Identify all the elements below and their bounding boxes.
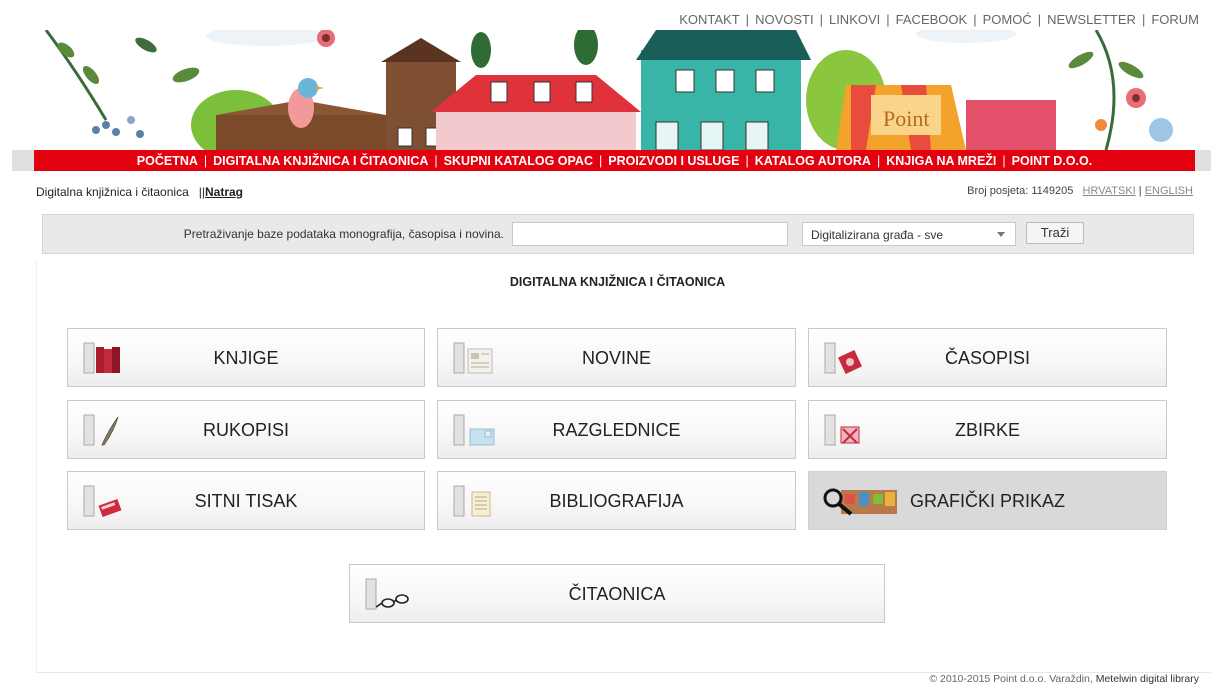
separator: | <box>886 12 890 27</box>
tile-label: ZBIRKE <box>954 420 1020 440</box>
footer-copyright: © 2010-2015 Point d.o.o. Varaždin, <box>929 673 1096 684</box>
footer: © 2010-2015 Point d.o.o. Varaždin, Metel… <box>929 673 1199 684</box>
lang-separator: | <box>1138 185 1142 197</box>
top-link-newsletter[interactable]: NEWSLETTER <box>1047 12 1136 27</box>
visits-label: Broj posjeta: <box>967 185 1029 197</box>
top-link-novosti[interactable]: NOVOSTI <box>755 12 814 27</box>
search-bar: Pretraživanje baze podataka monografija,… <box>42 214 1194 254</box>
tile-label: BIBLIOGRAFIJA <box>549 491 684 511</box>
tile-casopisi[interactable]: ČASOPISI <box>808 328 1167 387</box>
separator: | <box>434 153 438 168</box>
top-links: KONTAKT | NOVOSTI | LINKOVI | FACEBOOK | POMOĆ | N… <box>679 12 1199 27</box>
top-link-forum[interactable]: FORUM <box>1151 12 1199 27</box>
tile-rukopisi[interactable]: RUKOPISI <box>67 400 425 459</box>
page-title: DIGITALNA KNJIŽNICA I ČITAONICA <box>509 275 726 289</box>
nav-item-point[interactable]: POINT D.O.O. <box>1012 154 1093 168</box>
visits-and-language: Broj posjeta: 1149205 HRVATSKI | ENGLISH <box>967 185 1193 197</box>
separator: | <box>1037 12 1042 27</box>
breadcrumb-section: Digitalna knjižnica i čitaonica <box>36 185 189 199</box>
tile-citaonica[interactable]: ČITAONICA <box>349 564 885 623</box>
tile-graficki-prikaz[interactable]: GRAFIČKI PRIKAZ <box>808 471 1167 530</box>
lang-en-link[interactable]: ENGLISH <box>1145 185 1193 197</box>
nav-item-skupni-katalog[interactable]: SKUPNI KATALOG OPAC <box>444 154 593 168</box>
banner-illustration: Point <box>44 30 1173 150</box>
nav-item-digitalna-knjiznica[interactable]: DIGITALNA KNJIŽNICA I ČITAONICA <box>213 154 428 168</box>
tile-sitni-tisak[interactable]: SITNI TISAK <box>67 471 425 530</box>
separator: | <box>1002 153 1006 168</box>
tile-label: RAZGLEDNICE <box>552 420 681 440</box>
top-link-facebook[interactable]: FACEBOOK <box>896 12 968 27</box>
header-banner: Point <box>36 30 1196 150</box>
tile-label: NOVINE <box>581 348 651 368</box>
search-label: Pretraživanje baze podataka monografija,… <box>183 227 504 241</box>
separator: | <box>1141 12 1146 27</box>
footer-product: Metelwin digital library <box>1095 673 1199 684</box>
nav-item-proizvodi[interactable]: PROIZVODI I USLUGE <box>608 154 739 168</box>
tile-label: KNJIGE <box>213 348 279 368</box>
search-input[interactable] <box>512 222 788 246</box>
back-link[interactable]: Natrag <box>205 185 243 199</box>
tile-label: SITNI TISAK <box>194 491 298 511</box>
tile-label: RUKOPISI <box>202 420 290 440</box>
category-select-value: Digitalizirana građa - sve <box>811 228 944 242</box>
separator: | <box>819 12 823 27</box>
nav-item-knjiga-na-mrezi[interactable]: KNJIGA NA MREŽI <box>886 154 996 168</box>
nav-item-katalog-autora[interactable]: KATALOG AUTORA <box>755 154 871 168</box>
tile-label: ČITAONICA <box>568 584 666 604</box>
tile-razglednice[interactable]: RAZGLEDNICE <box>437 400 796 459</box>
visits-count: 1149205 <box>1031 185 1074 197</box>
shop-sign-text: Point <box>883 106 929 131</box>
top-link-kontakt[interactable]: KONTAKT <box>679 12 739 27</box>
search-button[interactable]: Traži <box>1026 222 1084 244</box>
chevron-down-icon <box>997 232 1005 237</box>
separator: | <box>598 153 603 168</box>
separator: | <box>203 153 208 168</box>
tile-label: GRAFIČKI PRIKAZ <box>909 491 1066 511</box>
category-select[interactable]: Digitalizirana građa - sve <box>802 222 1016 246</box>
breadcrumb: Digitalna knjižnica i čitaonica ||Natrag <box>36 185 243 199</box>
tile-zbirke[interactable]: ZBIRKE <box>808 400 1167 459</box>
breadcrumb-bar: Digitalna knjižnica i čitaonica ||Natrag… <box>36 185 1193 201</box>
main-nav-bar: POČETNA | DIGITALNA KNJIŽNICA I ČITAONICA… <box>34 150 1195 171</box>
separator: | <box>745 12 750 27</box>
separator: | <box>745 153 749 168</box>
lang-hr-link[interactable]: HRVATSKI <box>1083 185 1136 197</box>
tile-label: ČASOPISI <box>944 348 1031 368</box>
tile-novine[interactable]: NOVINE <box>437 328 796 387</box>
main-nav: POČETNA | DIGITALNA KNJIŽNICA I ČITAONICA… <box>12 150 1211 171</box>
divider <box>36 259 37 672</box>
nav-item-pocetna[interactable]: POČETNA <box>137 154 198 168</box>
tile-knjige[interactable]: KNJIGE <box>67 328 425 387</box>
separator: | <box>973 12 977 27</box>
top-link-pomoc[interactable]: POMOĆ <box>983 12 1032 27</box>
top-link-linkovi[interactable]: LINKOVI <box>829 12 880 27</box>
tile-bibliografija[interactable]: BIBLIOGRAFIJA <box>437 471 796 530</box>
separator: | <box>876 153 881 168</box>
